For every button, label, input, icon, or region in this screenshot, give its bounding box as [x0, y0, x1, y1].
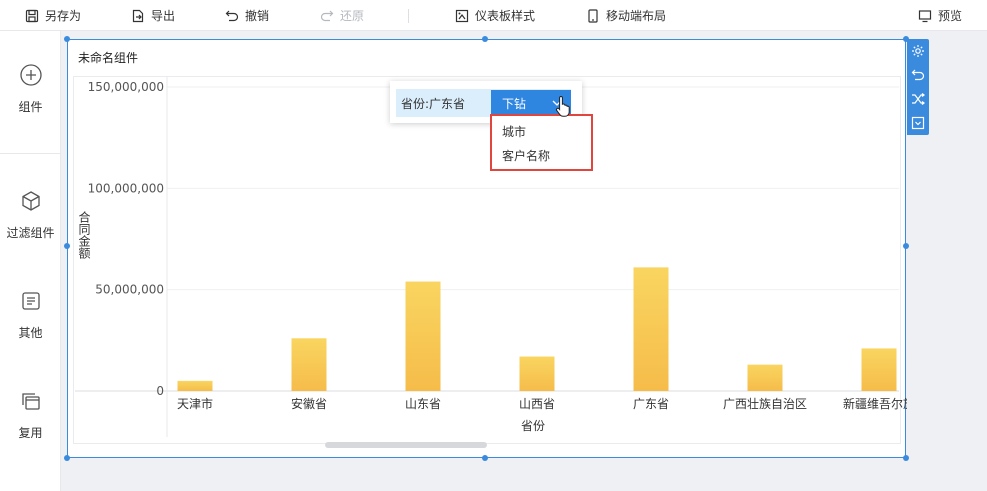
bar[interactable]: [177, 380, 213, 391]
drill-field-bar: 省份:广东省 下钻: [396, 89, 571, 117]
sidebar-item-label: 复用: [18, 426, 43, 440]
left-sidebar: 组件 过滤组件 其他 复用: [0, 31, 61, 491]
monitor-icon: [918, 9, 932, 22]
export-label: 导出: [151, 9, 176, 23]
bar[interactable]: [747, 364, 783, 391]
y-tick-label: 100,000,000: [88, 181, 164, 195]
mobile-layout-label: 移动端布局: [606, 9, 667, 23]
export-button[interactable]: 导出: [131, 0, 175, 31]
undo-icon: [225, 10, 239, 21]
dashboard-style-label: 仪表板样式: [475, 9, 536, 23]
bar[interactable]: [633, 267, 669, 391]
shuffle-icon[interactable]: [911, 92, 925, 106]
sidebar-item-component[interactable]: 组件: [0, 64, 61, 115]
bar[interactable]: [405, 281, 441, 391]
sidebar-item-reuse[interactable]: 复用: [0, 390, 61, 441]
x-tick-label: 新疆维吾尔族: [843, 396, 907, 411]
dashboard-style-button[interactable]: 仪表板样式: [455, 0, 535, 31]
top-toolbar: 另存为 导出 撤销 还原 仪表板样式 移动端布局 预览: [0, 0, 987, 31]
sidebar-item-label: 组件: [18, 100, 43, 114]
x-tick-label: 山东省: [405, 397, 441, 411]
redo-button[interactable]: 还原: [320, 0, 364, 31]
y-tick-label: 0: [156, 384, 164, 398]
palette-icon: [455, 9, 469, 22]
sidebar-item-other[interactable]: 其他: [0, 290, 61, 341]
drill-option-city[interactable]: 城市: [502, 123, 526, 140]
sidebar-item-filter[interactable]: 过滤组件: [0, 190, 61, 241]
widget-title: 未命名组件: [78, 51, 139, 65]
x-axis-label: 省份: [521, 419, 545, 433]
resize-handle[interactable]: [64, 455, 70, 461]
mobile-icon: [588, 8, 598, 23]
redo-label: 还原: [340, 9, 365, 23]
sidebar-item-label: 其他: [18, 326, 43, 340]
resize-handle[interactable]: [482, 455, 488, 461]
drill-options-menu: 城市 客户名称: [490, 114, 593, 171]
y-tick-label: 150,000,000: [88, 80, 164, 94]
bar-chart: 150,000,000 100,000,000 50,000,000 0 天津市 安徽省…: [75, 77, 907, 437]
collapse-icon[interactable]: [911, 116, 925, 130]
redo-icon: [320, 10, 334, 21]
x-tick-label: 广西壮族自治区: [723, 397, 807, 411]
x-tick-label: 广东省: [633, 397, 669, 411]
sidebar-divider: [0, 153, 61, 154]
sidebar-item-label: 过滤组件: [6, 226, 55, 240]
y-axis-label: 合同金额: [77, 210, 91, 260]
mobile-layout-button[interactable]: 移动端布局: [586, 0, 666, 31]
bar[interactable]: [861, 348, 897, 391]
preview-button[interactable]: 预览: [918, 0, 962, 31]
x-tick-label: 天津市: [177, 396, 213, 411]
drill-down-label: 下钻: [502, 96, 527, 111]
x-ticks: 天津市 安徽省 山东省 山西省 广东省 广西壮族自治区 新疆维吾尔族: [177, 396, 907, 411]
horizontal-scrollbar[interactable]: [325, 442, 487, 448]
bar[interactable]: [291, 338, 327, 391]
drill-field-label: 省份:广东省: [401, 97, 466, 111]
bar[interactable]: [519, 356, 555, 391]
y-ticks: 150,000,000 100,000,000 50,000,000 0: [88, 80, 164, 398]
x-tick-label: 安徽省: [291, 396, 327, 411]
toolbar-divider: [408, 9, 409, 23]
bars-layer: [177, 267, 897, 391]
export-icon: [132, 9, 144, 22]
document-icon: [21, 292, 40, 310]
resize-handle[interactable]: [482, 36, 488, 42]
cube-icon: [21, 191, 40, 211]
resize-handle[interactable]: [64, 36, 70, 42]
save-as-label: 另存为: [45, 9, 82, 23]
save-as-button[interactable]: 另存为: [25, 0, 81, 31]
widget-tools: [907, 39, 929, 135]
preview-label: 预览: [938, 9, 963, 23]
x-tick-label: 山西省: [519, 397, 555, 411]
undo-button[interactable]: 撤销: [225, 0, 269, 31]
undo-icon[interactable]: [911, 68, 925, 82]
gear-icon[interactable]: [911, 44, 925, 58]
save-icon: [25, 9, 39, 22]
hand-cursor-icon: [555, 95, 570, 117]
undo-label: 撤销: [245, 9, 270, 23]
resize-handle[interactable]: [903, 455, 909, 461]
stack-icon: [21, 393, 40, 410]
drill-option-customer[interactable]: 客户名称: [502, 147, 550, 164]
y-tick-label: 50,000,000: [95, 283, 164, 297]
plus-circle-icon: [19, 64, 42, 86]
